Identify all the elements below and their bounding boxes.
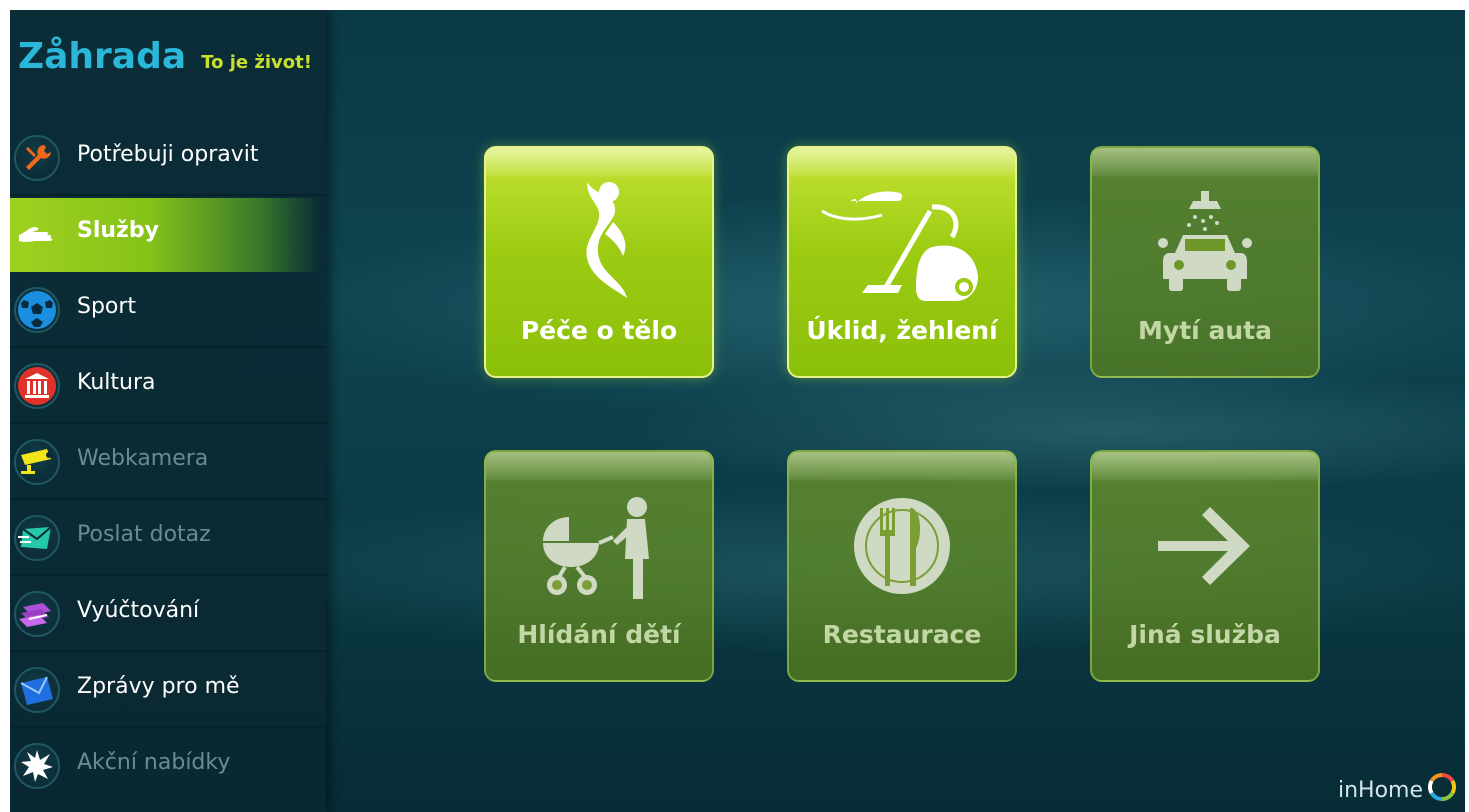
tile-label: Jiná služba bbox=[1129, 620, 1281, 649]
sidebar-item-sluzby[interactable]: Služby bbox=[10, 198, 320, 272]
tile-label: Úklid, žehlení bbox=[806, 316, 998, 345]
sidebar-item-label: Zprávy pro mě bbox=[77, 674, 240, 699]
inhome-logo: inHome bbox=[1338, 772, 1457, 808]
car-wash-icon bbox=[1092, 172, 1318, 312]
sidebar-item-kultura[interactable]: Kultura bbox=[10, 350, 326, 424]
tile-label: Hlídání dětí bbox=[517, 620, 681, 649]
footer-brand: inHome bbox=[1337, 777, 1423, 803]
sidebar-item-label: Poslat dotaz bbox=[77, 522, 211, 547]
tile-restaurace[interactable]: Restaurace bbox=[787, 450, 1017, 682]
sidebar-item-label: Akční nabídky bbox=[77, 750, 231, 775]
sidebar-item-label: Kultura bbox=[77, 370, 156, 395]
camera-icon bbox=[14, 439, 60, 485]
brand-name: Zåhrada bbox=[18, 36, 187, 77]
babysitting-icon bbox=[486, 476, 712, 616]
app-logo: Zåhrada To je život! bbox=[18, 36, 312, 86]
tile-label: Mytí auta bbox=[1138, 316, 1272, 345]
body-care-icon bbox=[486, 172, 712, 312]
tile-pece-o-telo[interactable]: Péče o tělo bbox=[484, 146, 714, 378]
ring-logo-icon bbox=[1427, 772, 1457, 808]
arrow-right-icon bbox=[1092, 476, 1318, 616]
sidebar: Zåhrada To je život! Potřebuji opravit S… bbox=[10, 10, 326, 812]
sidebar-item-sport[interactable]: Sport bbox=[10, 274, 326, 348]
vacuum-iron-icon bbox=[789, 172, 1015, 312]
sidebar-item-akcni-nabidky[interactable]: Akční nabídky bbox=[10, 730, 326, 804]
wrench-icon bbox=[14, 135, 60, 181]
soccer-ball-icon bbox=[14, 287, 60, 333]
tile-hlidani-deti[interactable]: Hlídání dětí bbox=[484, 450, 714, 682]
envelope-icon bbox=[14, 667, 60, 713]
sidebar-item-label: Webkamera bbox=[77, 446, 209, 471]
sidebar-item-vyuctovani[interactable]: Vyúčtování bbox=[10, 578, 326, 652]
plate-cutlery-icon bbox=[789, 476, 1015, 616]
sidebar-item-label: Služby bbox=[77, 218, 159, 243]
sidebar-item-zpravy-pro-me[interactable]: Zprávy pro mě bbox=[10, 654, 326, 728]
museum-icon bbox=[14, 363, 60, 409]
sidebar-item-label: Vyúčtování bbox=[77, 598, 200, 623]
tile-label: Péče o tělo bbox=[520, 316, 678, 345]
screen: Zåhrada To je život! Potřebuji opravit S… bbox=[10, 10, 1465, 812]
tile-label: Restaurace bbox=[822, 620, 982, 649]
star-burst-icon bbox=[14, 743, 60, 789]
send-mail-icon bbox=[14, 515, 60, 561]
sidebar-item-poslat-dotaz[interactable]: Poslat dotaz bbox=[10, 502, 326, 576]
tile-jina-sluzba[interactable]: Jiná služba bbox=[1090, 450, 1320, 682]
sidebar-item-label: Potřebuji opravit bbox=[77, 142, 259, 167]
tile-myti-auta[interactable]: Mytí auta bbox=[1090, 146, 1320, 378]
sidebar-item-potrebuji-opravit[interactable]: Potřebuji opravit bbox=[10, 122, 326, 196]
tile-uklid-zehleni[interactable]: Úklid, žehlení bbox=[787, 146, 1017, 378]
brand-tagline: To je život! bbox=[201, 52, 312, 73]
sidebar-item-webkamera[interactable]: Webkamera bbox=[10, 426, 326, 500]
sidebar-item-label: Sport bbox=[77, 294, 137, 319]
billing-icon bbox=[14, 591, 60, 637]
hand-icon bbox=[14, 211, 60, 257]
